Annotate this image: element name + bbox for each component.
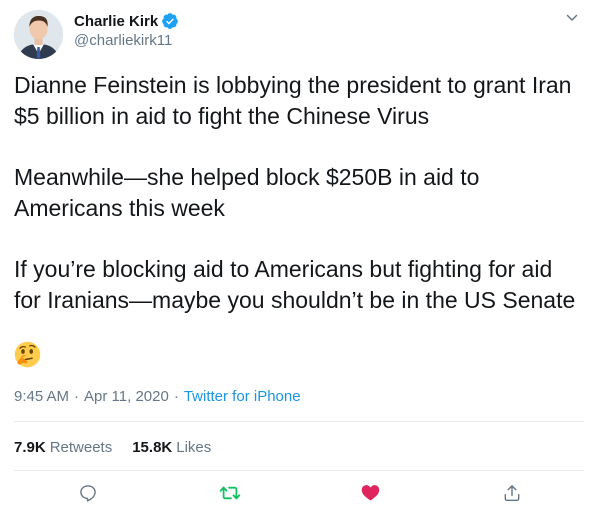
meta-separator: · [173,387,179,405]
divider [14,421,584,422]
retweet-icon [219,482,241,509]
reply-button[interactable] [76,483,100,507]
author-names: Charlie Kirk @charliekirk11 [74,10,179,49]
tweet-date[interactable]: Apr 11, 2020 [84,388,169,405]
tweet-stats: 7.9K Retweets 15.8K Likes [14,437,231,457]
retweet-button[interactable] [218,483,242,507]
chevron-down-icon[interactable] [564,10,580,26]
display-name-row: Charlie Kirk [74,12,179,30]
verified-badge-icon [161,12,179,30]
tweet-actions [0,483,598,509]
reply-icon [78,483,98,508]
retweets-label: Retweets [49,438,113,456]
likes-stat[interactable]: 15.8K Likes [132,439,211,456]
tweet-card: Charlie Kirk @charliekirk11 Dianne Feins… [0,0,598,519]
heart-icon [360,482,381,508]
share-button[interactable] [500,483,524,507]
tweet-paragraph: Dianne Feinstein is lobbying the preside… [14,72,572,129]
user-handle[interactable]: @charliekirk11 [74,32,179,49]
tweet-text: Dianne Feinstein is lobbying the preside… [14,70,584,315]
likes-label: Likes [176,438,212,456]
divider [14,470,584,471]
tweet-time[interactable]: 9:45 AM [14,388,69,405]
tweet-meta: 9:45 AM · Apr 11, 2020 · Twitter for iPh… [14,386,301,406]
retweets-stat[interactable]: 7.9K Retweets [14,439,112,456]
likes-count: 15.8K [132,438,173,456]
thinking-face-emoji-icon [14,341,41,368]
avatar[interactable] [14,10,63,59]
tweet-paragraph: If you’re blocking aid to Americans but … [14,256,576,313]
display-name[interactable]: Charlie Kirk [74,13,158,30]
tweet-source-link[interactable]: Twitter for iPhone [184,388,301,405]
like-button[interactable] [358,483,382,507]
meta-separator: · [74,387,80,405]
tweet-header: Charlie Kirk @charliekirk11 [14,10,584,60]
share-icon [502,483,522,508]
tweet-paragraph: Meanwhile—she helped block $250B in aid … [14,164,480,221]
retweets-count: 7.9K [14,438,46,456]
